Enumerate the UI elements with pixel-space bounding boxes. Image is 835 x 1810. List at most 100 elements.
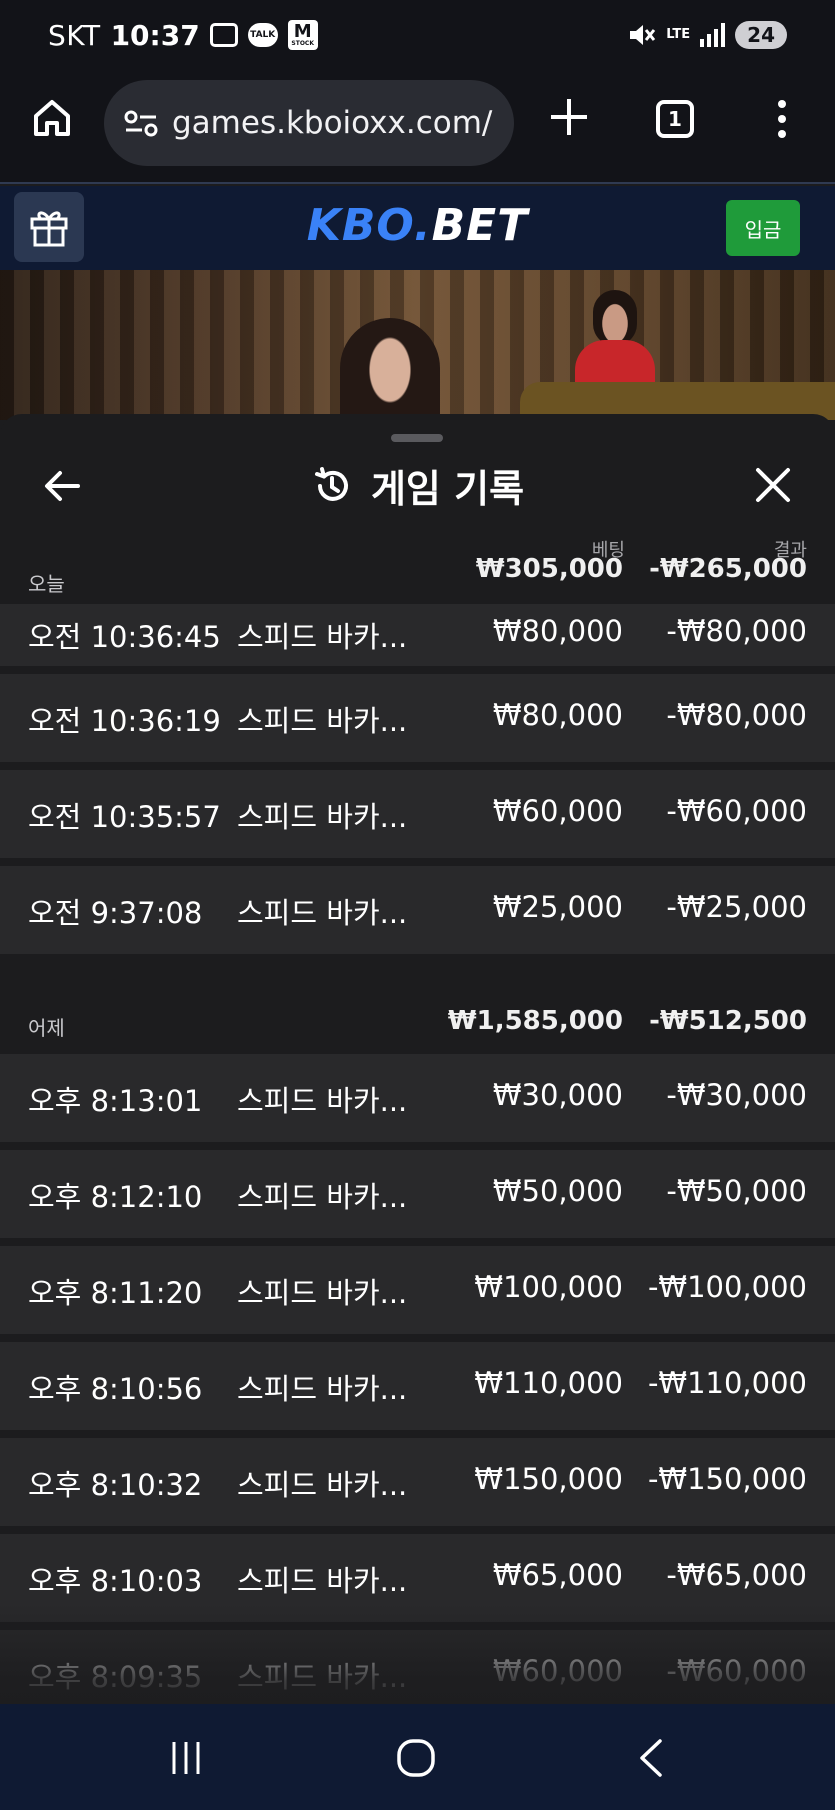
row-game: 스피드 바카... <box>237 1564 408 1598</box>
table-row[interactable]: 오후 8:09:35 스피드 바카... ₩60,000 -₩60,000 <box>0 1630 835 1704</box>
group-header-yesterday: 어제 ₩1,585,000 -₩512,500 <box>0 994 835 1054</box>
sheet-title: 게임 기록 <box>370 467 525 511</box>
row-time: 오전 9:37:08 <box>28 896 203 930</box>
tab-count: 1 <box>668 107 682 131</box>
row-result: -₩150,000 <box>647 1462 807 1496</box>
row-bet: ₩80,000 <box>492 698 623 732</box>
url-text[interactable]: games.kboioxx.com/ <box>172 105 492 141</box>
screenshot-notification-icon <box>209 23 238 47</box>
row-bet: ₩65,000 <box>492 1558 623 1592</box>
home-icon[interactable] <box>30 96 74 140</box>
battery-indicator: 24 <box>735 21 787 49</box>
home-button-icon[interactable] <box>396 1738 436 1778</box>
row-time: 오후 8:09:35 <box>28 1660 203 1694</box>
row-result: -₩100,000 <box>647 1270 807 1304</box>
close-icon[interactable] <box>752 464 794 506</box>
mstock-sub: STOCK <box>291 40 314 47</box>
row-game: 스피드 바카... <box>237 1372 408 1406</box>
status-bar: SKT 10:37 TALK M STOCK LTE 24 <box>0 0 835 70</box>
table-row[interactable]: 오후 8:10:03 스피드 바카... ₩65,000 -₩65,000 <box>0 1534 835 1622</box>
row-game: 스피드 바카... <box>237 800 408 834</box>
table-row[interactable]: 오전 9:37:08 스피드 바카... ₩25,000 -₩25,000 <box>0 866 835 954</box>
row-result: -₩80,000 <box>666 614 807 648</box>
row-time: 오후 8:10:32 <box>28 1468 203 1502</box>
history-icon <box>314 466 348 501</box>
table-row[interactable]: 오후 8:12:10 스피드 바카... ₩50,000 -₩50,000 <box>0 1150 835 1238</box>
more-options-icon[interactable] <box>770 96 794 142</box>
row-result: -₩65,000 <box>666 1558 807 1592</box>
status-right: LTE 24 <box>626 20 787 50</box>
table-row[interactable]: 오전 10:36:19 스피드 바카... ₩80,000 -₩80,000 <box>0 674 835 762</box>
table-row[interactable]: 오후 8:10:56 스피드 바카... ₩110,000 -₩110,000 <box>0 1342 835 1430</box>
row-result: -₩50,000 <box>666 1174 807 1208</box>
recent-apps-icon[interactable] <box>168 1740 204 1776</box>
game-history-sheet: 게임 기록 베팅 결과 오늘 ₩305,000 -₩265,000 오전 10:… <box>0 414 835 1704</box>
signal-icon <box>700 23 726 47</box>
row-time: 오후 8:11:20 <box>28 1276 203 1310</box>
group-label: 오늘 <box>28 572 65 596</box>
site-logo[interactable]: KBO.BET <box>0 200 835 251</box>
row-game: 스피드 바카... <box>237 1084 408 1118</box>
row-bet: ₩110,000 <box>474 1366 623 1400</box>
logo-part-bet: BET <box>431 200 529 251</box>
carrier-label: SKT <box>48 18 101 52</box>
row-game: 스피드 바카... <box>237 1468 408 1502</box>
sheet-header: 게임 기록 <box>0 458 835 513</box>
row-game: 스피드 바카... <box>237 1180 408 1214</box>
row-bet: ₩50,000 <box>492 1174 623 1208</box>
row-result: -₩80,000 <box>666 698 807 732</box>
row-game: 스피드 바카... <box>237 896 408 930</box>
row-game: 스피드 바카... <box>237 704 408 738</box>
group-header-today: 베팅 결과 오늘 ₩305,000 -₩265,000 <box>0 534 835 596</box>
browser-toolbar: games.kboioxx.com/ 1 <box>0 70 835 184</box>
table-row[interactable]: 오후 8:13:01 스피드 바카... ₩30,000 -₩30,000 <box>0 1054 835 1142</box>
row-result: -₩25,000 <box>666 890 807 924</box>
row-bet: ₩100,000 <box>474 1270 623 1304</box>
table-row[interactable]: 오후 8:11:20 스피드 바카... ₩100,000 -₩100,000 <box>0 1246 835 1334</box>
dealer-figure <box>340 318 440 420</box>
row-result: -₩60,000 <box>666 794 807 828</box>
lte-icon: LTE <box>666 27 691 42</box>
row-game: 스피드 바카... <box>237 1276 408 1310</box>
logo-part-kbo: KBO. <box>306 200 432 251</box>
row-time: 오전 10:36:45 <box>28 620 221 654</box>
tab-switcher-button[interactable]: 1 <box>656 100 694 138</box>
row-time: 오후 8:12:10 <box>28 1180 203 1214</box>
group-label: 어제 <box>28 1016 65 1040</box>
row-bet: ₩150,000 <box>474 1462 623 1496</box>
row-result: -₩60,000 <box>666 1654 807 1688</box>
row-time: 오전 10:36:19 <box>28 704 221 738</box>
row-bet: ₩80,000 <box>492 614 623 648</box>
row-result: -₩110,000 <box>647 1366 807 1400</box>
row-bet: ₩60,000 <box>492 794 623 828</box>
table-row[interactable]: 오전 10:36:45 스피드 바카... ₩80,000 -₩80,000 <box>0 604 835 666</box>
status-time: 10:37 <box>110 18 200 52</box>
deposit-button[interactable]: 입금 <box>726 200 800 256</box>
back-button-icon[interactable] <box>636 1738 666 1778</box>
site-settings-icon[interactable] <box>122 108 162 138</box>
kakaotalk-notification-icon: TALK <box>247 23 278 47</box>
new-tab-icon[interactable] <box>546 94 592 140</box>
row-bet: ₩60,000 <box>492 1654 623 1688</box>
site-header: KBO.BET 입금 <box>0 186 835 270</box>
row-bet: ₩25,000 <box>492 890 623 924</box>
mstock-notification-icon: M STOCK <box>287 20 318 50</box>
row-time: 오후 8:13:01 <box>28 1084 203 1118</box>
group-total-bet: ₩305,000 <box>475 554 623 584</box>
table-row[interactable]: 오전 10:35:57 스피드 바카... ₩60,000 -₩60,000 <box>0 770 835 858</box>
system-navigation-bar <box>0 1704 835 1810</box>
sheet-drag-handle[interactable] <box>391 434 443 442</box>
row-bet: ₩30,000 <box>492 1078 623 1112</box>
row-game: 스피드 바카... <box>237 620 408 654</box>
row-result: -₩30,000 <box>666 1078 807 1112</box>
group-total-result: -₩265,000 <box>649 554 807 584</box>
row-game: 스피드 바카... <box>237 1660 408 1694</box>
mstock-letter: M <box>293 21 312 42</box>
group-total-result: -₩512,500 <box>649 1006 807 1036</box>
row-time: 오후 8:10:56 <box>28 1372 203 1406</box>
status-left: SKT 10:37 TALK M STOCK <box>48 19 318 52</box>
mute-icon <box>630 25 656 45</box>
group-total-bet: ₩1,585,000 <box>447 1006 623 1036</box>
address-bar[interactable]: games.kboioxx.com/ <box>104 80 514 166</box>
table-row[interactable]: 오후 8:10:32 스피드 바카... ₩150,000 -₩150,000 <box>0 1438 835 1526</box>
